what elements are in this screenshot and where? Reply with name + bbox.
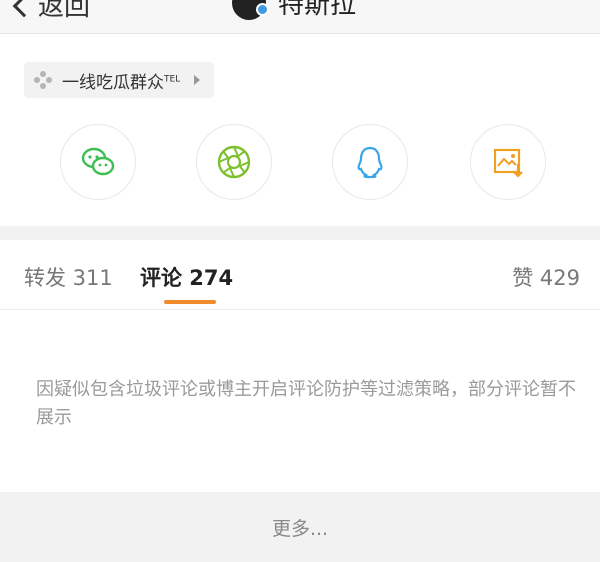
filter-notice: 因疑似包含垃圾评论或博主开启评论防护等过滤策略，部分评论暂不展示 [36, 379, 576, 428]
verified-badge-icon [256, 2, 269, 16]
load-more-button[interactable]: 更多... [0, 492, 600, 562]
moments-icon [217, 145, 251, 179]
top-nav-bar: 返回 特斯拉 [0, 0, 600, 34]
page-title-group[interactable]: 特斯拉 [232, 0, 356, 21]
active-tab-indicator [164, 300, 216, 304]
source-chip-label: 一线吃瓜群众TEL [62, 72, 181, 93]
tab-bar: 转发 311 评论 274 赞 429 [0, 240, 600, 310]
page-title: 特斯拉 [278, 0, 357, 20]
caret-right-icon [194, 75, 201, 85]
section-divider [0, 226, 600, 240]
share-moments-button[interactable] [196, 124, 272, 200]
back-label: 返回 [38, 0, 91, 22]
save-image-icon [493, 148, 523, 178]
tab-like[interactable]: 赞 429 [512, 262, 580, 292]
avatar[interactable] [232, 0, 269, 20]
tab-repost[interactable]: 转发 311 [24, 262, 113, 292]
flower-icon [34, 71, 52, 89]
tab-comment[interactable]: 评论 274 [140, 262, 233, 292]
wechat-icon [81, 147, 115, 176]
source-chip[interactable]: 一线吃瓜群众TEL [24, 62, 215, 98]
share-qq-button[interactable] [332, 124, 408, 200]
back-button[interactable]: 返回 [12, 0, 91, 23]
qq-icon [357, 146, 383, 179]
chevron-left-icon [12, 0, 36, 17]
share-wechat-button[interactable] [60, 124, 136, 200]
share-save-image-button[interactable] [470, 124, 546, 200]
share-row [0, 124, 600, 200]
